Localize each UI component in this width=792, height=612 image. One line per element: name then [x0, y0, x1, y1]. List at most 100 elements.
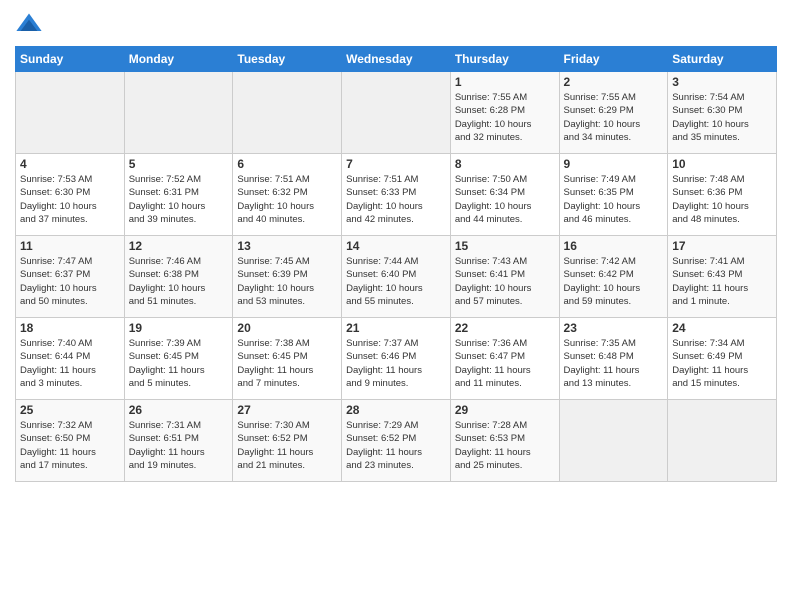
day-number: 20: [237, 321, 337, 335]
day-info: Sunrise: 7:43 AM Sunset: 6:41 PM Dayligh…: [455, 255, 555, 308]
day-number: 14: [346, 239, 446, 253]
day-info: Sunrise: 7:38 AM Sunset: 6:45 PM Dayligh…: [237, 337, 337, 390]
day-info: Sunrise: 7:50 AM Sunset: 6:34 PM Dayligh…: [455, 173, 555, 226]
day-info: Sunrise: 7:47 AM Sunset: 6:37 PM Dayligh…: [20, 255, 120, 308]
day-cell: 12Sunrise: 7:46 AM Sunset: 6:38 PM Dayli…: [124, 236, 233, 318]
day-number: 19: [129, 321, 229, 335]
day-cell: 19 Sunrise: 7:39 AM Sunset: 6:45 PM Dayli…: [124, 318, 233, 400]
day-cell: 24Sunrise: 7:34 AM Sunset: 6:49 PM Dayli…: [668, 318, 777, 400]
day-number: 6: [237, 157, 337, 171]
day-cell: 18 Sunrise: 7:40 AM Sunset: 6:44 PM Dayli…: [16, 318, 125, 400]
day-number: 13: [237, 239, 337, 253]
day-info: Sunrise: 7:48 AM Sunset: 6:36 PM Dayligh…: [672, 173, 772, 226]
day-cell: 10 Sunrise: 7:48 AM Sunset: 6:36 PM Dayli…: [668, 154, 777, 236]
day-info: Sunrise: 7:28 AM Sunset: 6:53 PM Dayligh…: [455, 419, 555, 472]
day-info: Sunrise: 7:45 AM Sunset: 6:39 PM Dayligh…: [237, 255, 337, 308]
day-info: Sunrise: 7:53 AM Sunset: 6:30 PM Dayligh…: [20, 173, 120, 226]
week-row-3: 11Sunrise: 7:47 AM Sunset: 6:37 PM Dayli…: [16, 236, 777, 318]
day-cell: 20 Sunrise: 7:38 AM Sunset: 6:45 PM Dayli…: [233, 318, 342, 400]
day-info: Sunrise: 7:39 AM Sunset: 6:45 PM Dayligh…: [129, 337, 229, 390]
header-cell-tuesday: Tuesday: [233, 47, 342, 72]
day-cell: 28 Sunrise: 7:29 AM Sunset: 6:52 PM Dayli…: [342, 400, 451, 482]
day-cell: [16, 72, 125, 154]
week-row-2: 4Sunrise: 7:53 AM Sunset: 6:30 PM Daylig…: [16, 154, 777, 236]
day-cell: 14Sunrise: 7:44 AM Sunset: 6:40 PM Dayli…: [342, 236, 451, 318]
day-number: 16: [564, 239, 664, 253]
day-cell: 1 Sunrise: 7:55 AM Sunset: 6:28 PM Daylig…: [450, 72, 559, 154]
week-row-1: 1 Sunrise: 7:55 AM Sunset: 6:28 PM Daylig…: [16, 72, 777, 154]
day-info: Sunrise: 7:51 AM Sunset: 6:33 PM Dayligh…: [346, 173, 446, 226]
day-cell: 17 Sunrise: 7:41 AM Sunset: 6:43 PM Dayli…: [668, 236, 777, 318]
day-cell: [342, 72, 451, 154]
day-info: Sunrise: 7:40 AM Sunset: 6:44 PM Dayligh…: [20, 337, 120, 390]
day-info: Sunrise: 7:55 AM Sunset: 6:28 PM Dayligh…: [455, 91, 555, 144]
day-info: Sunrise: 7:55 AM Sunset: 6:29 PM Dayligh…: [564, 91, 664, 144]
logo-icon: [15, 10, 43, 38]
day-number: 25: [20, 403, 120, 417]
day-number: 2: [564, 75, 664, 89]
day-cell: 13 Sunrise: 7:45 AM Sunset: 6:39 PM Dayli…: [233, 236, 342, 318]
page-header: [15, 10, 777, 38]
day-cell: 11Sunrise: 7:47 AM Sunset: 6:37 PM Dayli…: [16, 236, 125, 318]
calendar-header: SundayMondayTuesdayWednesdayThursdayFrid…: [16, 47, 777, 72]
day-cell: 2 Sunrise: 7:55 AM Sunset: 6:29 PM Daylig…: [559, 72, 668, 154]
header-cell-thursday: Thursday: [450, 47, 559, 72]
day-number: 9: [564, 157, 664, 171]
day-number: 5: [129, 157, 229, 171]
day-number: 21: [346, 321, 446, 335]
calendar-table: SundayMondayTuesdayWednesdayThursdayFrid…: [15, 46, 777, 482]
day-info: Sunrise: 7:34 AM Sunset: 6:49 PM Dayligh…: [672, 337, 772, 390]
day-cell: 3 Sunrise: 7:54 AM Sunset: 6:30 PM Daylig…: [668, 72, 777, 154]
day-number: 1: [455, 75, 555, 89]
day-number: 7: [346, 157, 446, 171]
day-number: 12: [129, 239, 229, 253]
logo: [15, 10, 45, 38]
day-cell: 5 Sunrise: 7:52 AM Sunset: 6:31 PM Daylig…: [124, 154, 233, 236]
header-row: SundayMondayTuesdayWednesdayThursdayFrid…: [16, 47, 777, 72]
day-number: 3: [672, 75, 772, 89]
day-info: Sunrise: 7:42 AM Sunset: 6:42 PM Dayligh…: [564, 255, 664, 308]
header-cell-wednesday: Wednesday: [342, 47, 451, 72]
day-info: Sunrise: 7:35 AM Sunset: 6:48 PM Dayligh…: [564, 337, 664, 390]
day-cell: 22 Sunrise: 7:36 AM Sunset: 6:47 PM Dayli…: [450, 318, 559, 400]
day-cell: 25Sunrise: 7:32 AM Sunset: 6:50 PM Dayli…: [16, 400, 125, 482]
day-cell: 29Sunrise: 7:28 AM Sunset: 6:53 PM Dayli…: [450, 400, 559, 482]
day-number: 15: [455, 239, 555, 253]
day-info: Sunrise: 7:31 AM Sunset: 6:51 PM Dayligh…: [129, 419, 229, 472]
day-cell: [124, 72, 233, 154]
week-row-4: 18 Sunrise: 7:40 AM Sunset: 6:44 PM Dayli…: [16, 318, 777, 400]
day-cell: 9Sunrise: 7:49 AM Sunset: 6:35 PM Daylig…: [559, 154, 668, 236]
day-cell: 4Sunrise: 7:53 AM Sunset: 6:30 PM Daylig…: [16, 154, 125, 236]
day-cell: 16 Sunrise: 7:42 AM Sunset: 6:42 PM Dayli…: [559, 236, 668, 318]
day-info: Sunrise: 7:29 AM Sunset: 6:52 PM Dayligh…: [346, 419, 446, 472]
day-cell: 26Sunrise: 7:31 AM Sunset: 6:51 PM Dayli…: [124, 400, 233, 482]
day-info: Sunrise: 7:54 AM Sunset: 6:30 PM Dayligh…: [672, 91, 772, 144]
day-cell: [559, 400, 668, 482]
day-info: Sunrise: 7:37 AM Sunset: 6:46 PM Dayligh…: [346, 337, 446, 390]
day-number: 17: [672, 239, 772, 253]
day-cell: 6 Sunrise: 7:51 AM Sunset: 6:32 PM Daylig…: [233, 154, 342, 236]
day-cell: 15 Sunrise: 7:43 AM Sunset: 6:41 PM Dayli…: [450, 236, 559, 318]
day-cell: 21 Sunrise: 7:37 AM Sunset: 6:46 PM Dayli…: [342, 318, 451, 400]
header-cell-sunday: Sunday: [16, 47, 125, 72]
day-cell: 8Sunrise: 7:50 AM Sunset: 6:34 PM Daylig…: [450, 154, 559, 236]
day-cell: 27 Sunrise: 7:30 AM Sunset: 6:52 PM Dayli…: [233, 400, 342, 482]
day-info: Sunrise: 7:41 AM Sunset: 6:43 PM Dayligh…: [672, 255, 772, 308]
day-cell: [668, 400, 777, 482]
day-number: 28: [346, 403, 446, 417]
day-cell: 7 Sunrise: 7:51 AM Sunset: 6:33 PM Daylig…: [342, 154, 451, 236]
day-info: Sunrise: 7:52 AM Sunset: 6:31 PM Dayligh…: [129, 173, 229, 226]
day-number: 10: [672, 157, 772, 171]
week-row-5: 25Sunrise: 7:32 AM Sunset: 6:50 PM Dayli…: [16, 400, 777, 482]
page-container: SundayMondayTuesdayWednesdayThursdayFrid…: [0, 0, 792, 492]
calendar-body: 1 Sunrise: 7:55 AM Sunset: 6:28 PM Daylig…: [16, 72, 777, 482]
day-info: Sunrise: 7:51 AM Sunset: 6:32 PM Dayligh…: [237, 173, 337, 226]
day-number: 23: [564, 321, 664, 335]
day-number: 22: [455, 321, 555, 335]
day-number: 18: [20, 321, 120, 335]
day-cell: 23 Sunrise: 7:35 AM Sunset: 6:48 PM Dayli…: [559, 318, 668, 400]
day-number: 27: [237, 403, 337, 417]
day-info: Sunrise: 7:36 AM Sunset: 6:47 PM Dayligh…: [455, 337, 555, 390]
header-cell-saturday: Saturday: [668, 47, 777, 72]
day-info: Sunrise: 7:30 AM Sunset: 6:52 PM Dayligh…: [237, 419, 337, 472]
